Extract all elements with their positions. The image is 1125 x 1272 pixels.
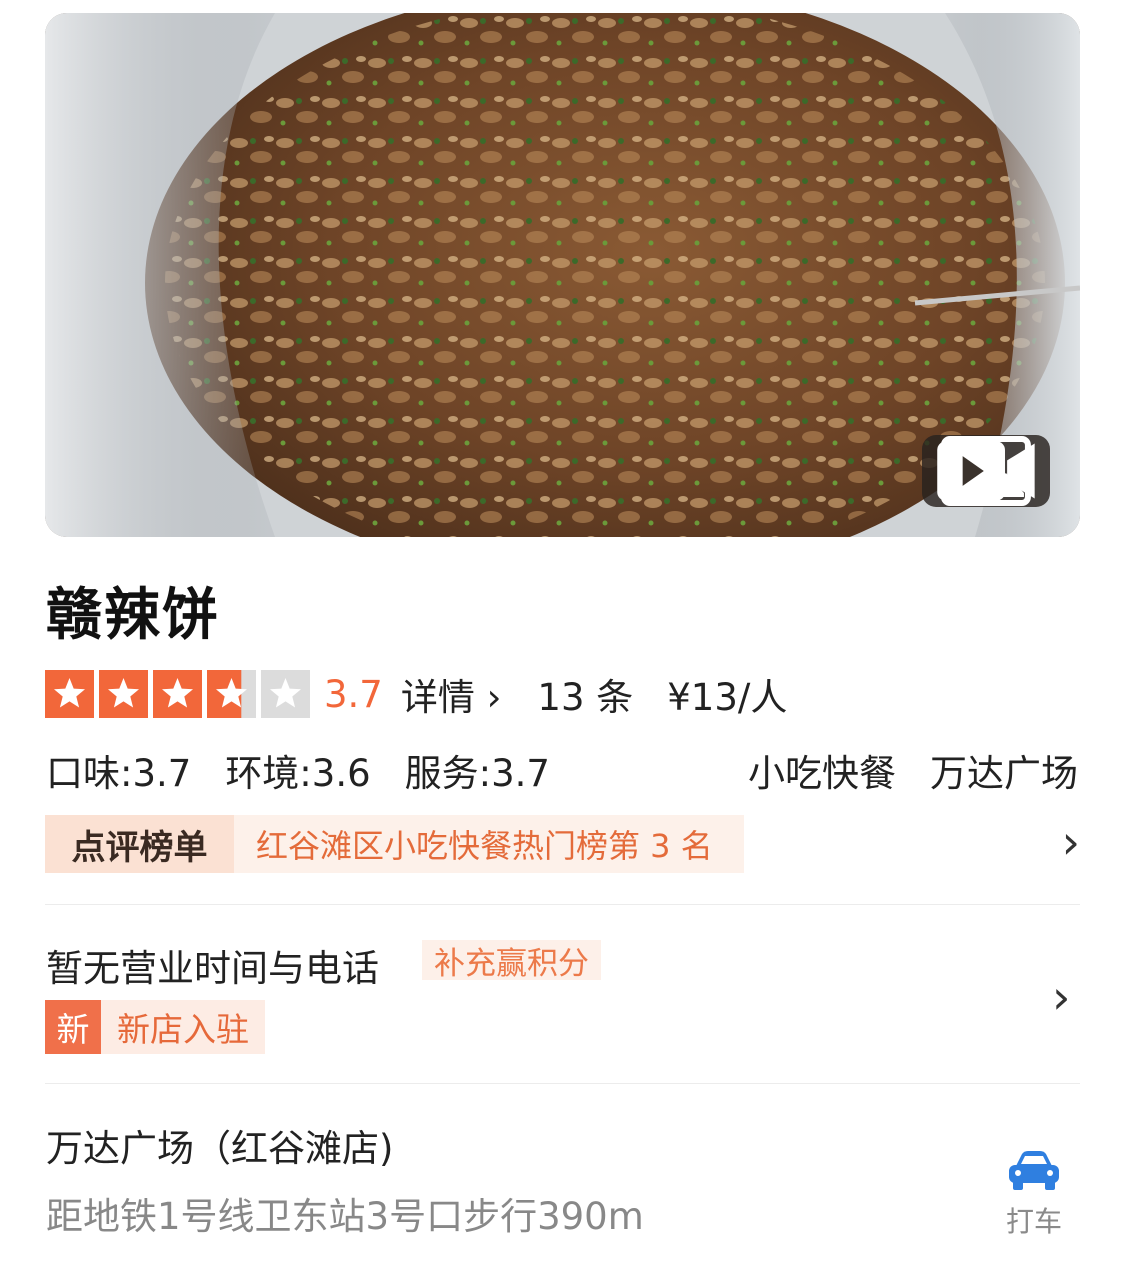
divider (45, 1083, 1080, 1084)
video-icon (937, 441, 1035, 501)
area-label[interactable]: 万达广场 (930, 743, 1078, 797)
ranking-text: 红谷滩区小吃快餐热门榜第 3 名 (234, 815, 744, 873)
taxi-label: 打车 (1005, 1205, 1062, 1238)
sub-scores-row: 口味:3.7 环境:3.6 服务:3.7 小吃快餐 万达广场 (46, 745, 1078, 795)
price-per-person: ¥13/人 (667, 676, 788, 719)
star-icon (261, 670, 310, 718)
new-shop-badge: 新 新店入驻 (45, 1000, 265, 1054)
taxi-button[interactable]: 打车 (1000, 1148, 1068, 1240)
rating-score: 3.7 (324, 672, 383, 716)
shop-name: 赣辣饼 (46, 583, 220, 648)
chevron-right-icon: › (1061, 815, 1080, 869)
divider (45, 904, 1080, 905)
star-rating (45, 670, 310, 718)
rating-row[interactable]: 3.7 详情 › 13 条 ¥13/人 (45, 667, 788, 721)
service-score: 服务:3.7 (404, 752, 550, 795)
star-icon (153, 670, 202, 718)
new-shop-text: 新店入驻 (101, 1000, 265, 1054)
media-gallery-badge[interactable]: 101 › (922, 435, 1050, 507)
metro-distance: 距地铁1号线卫东站3号口步行390m (46, 1195, 644, 1238)
category-label[interactable]: 小吃快餐 (748, 743, 896, 797)
star-icon (99, 670, 148, 718)
car-icon (1009, 1151, 1059, 1190)
rating-detail-link[interactable]: 详情 › (401, 667, 502, 721)
chevron-right-icon[interactable]: › (1052, 970, 1125, 1024)
ranking-tag: 点评榜单 (45, 815, 234, 873)
star-icon (45, 670, 94, 718)
ranking-banner[interactable]: 点评榜单 红谷滩区小吃快餐热门榜第 3 名 › (45, 815, 1080, 873)
fill-info-tag[interactable]: 补充赢积分 (422, 940, 601, 982)
star-icon (207, 670, 256, 718)
address-line[interactable]: 万达广场（红谷滩店) (46, 1118, 393, 1172)
hours-text[interactable]: 暂无营业时间与电话 (46, 938, 379, 992)
taste-score: 口味:3.7 (46, 752, 192, 795)
environment-score: 环境:3.6 (225, 752, 371, 795)
review-count[interactable]: 13 条 (537, 667, 633, 721)
hero-photo[interactable]: 101 › (45, 13, 1080, 537)
new-icon: 新 (45, 1000, 101, 1054)
